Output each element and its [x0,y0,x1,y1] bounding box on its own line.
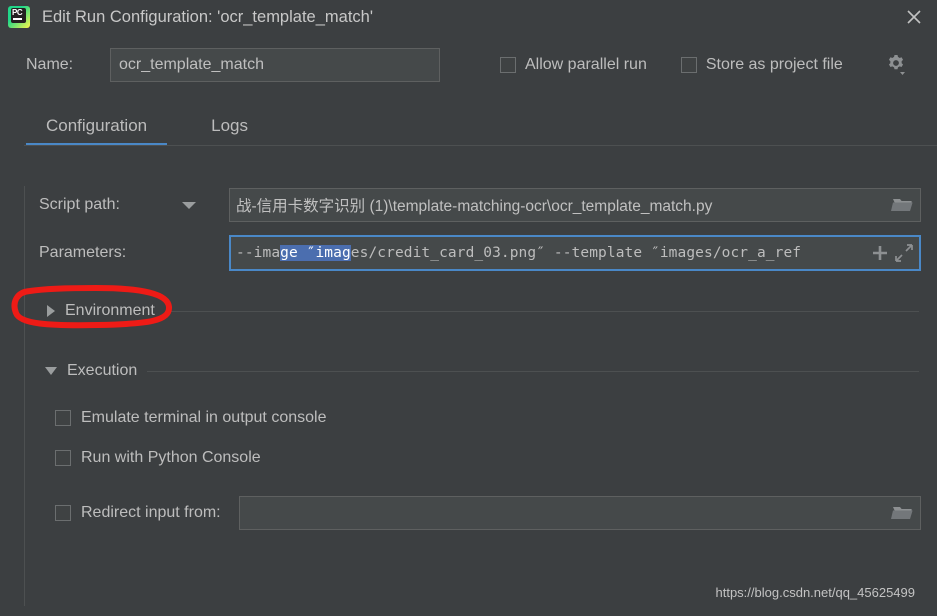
triangle-down-icon [45,367,57,375]
parameters-label: Parameters: [39,244,127,261]
chevron-down-icon[interactable] [181,201,196,209]
folder-icon[interactable] [890,194,916,216]
tab-logs[interactable]: Logs [191,116,268,146]
parameters-value-before: --ima [236,245,281,261]
redirect-input-label: Redirect input from: [81,504,221,521]
script-path-input[interactable]: 战-信用卡数字识别 (1)\template-matching-ocr\ocr_… [229,188,921,222]
checkbox-box [55,450,71,466]
close-button[interactable] [891,0,937,34]
store-as-project-file-label: Store as project file [705,56,843,73]
pycharm-logo-icon: PC [8,6,30,28]
expand-arrows-icon[interactable] [892,241,916,265]
watermark-text: https://blog.csdn.net/qq_45625499 [715,585,916,600]
parameters-value-after: es/credit_card_03.png″ --template ″image… [350,245,802,261]
redirect-input-row: Redirect input from: [25,492,937,534]
run-with-python-console-label: Run with Python Console [81,449,261,466]
section-execution-title: Execution [67,362,138,379]
script-path-label-wrap: Script path: [39,196,229,214]
parameters-row: Parameters: --image ″images/credit_card_… [25,234,937,272]
close-icon [907,10,921,24]
script-path-value: 战-信用卡数字识别 (1)\template-matching-ocr\ocr_… [236,198,713,215]
redirect-input-field[interactable] [238,496,921,530]
folder-icon[interactable] [890,502,916,524]
run-with-python-console-checkbox[interactable]: Run with Python Console [25,438,937,478]
window-title: Edit Run Configuration: 'ocr_template_ma… [42,7,373,26]
name-input[interactable] [110,48,440,82]
configuration-panel: Script path: 战-信用卡数字识别 (1)\template-matc… [0,186,937,616]
parameters-input[interactable]: --image ″images/credit_card_03.png″ --te… [229,235,921,271]
emulate-terminal-label: Emulate terminal in output console [81,409,327,426]
settings-gear-button[interactable] [885,53,907,77]
script-path-row: Script path: 战-信用卡数字识别 (1)\template-matc… [25,186,937,224]
title-bar: PC Edit Run Configuration: 'ocr_template… [0,0,937,34]
section-rule [147,370,919,372]
section-environment[interactable]: Environment [25,294,937,328]
checkbox-box [55,410,71,426]
name-row: Name: Allow parallel run Store as projec… [0,44,937,86]
checkbox-box [500,57,516,73]
script-path-label: Script path: [39,196,120,213]
parameters-value: --image ″images/credit_card_03.png″ --te… [236,245,868,261]
store-as-project-file-checkbox[interactable]: Store as project file [680,56,843,74]
allow-parallel-run-checkbox[interactable]: Allow parallel run [500,56,647,74]
parameters-value-selected: ge ″imag [280,245,351,261]
checkbox-box [680,57,697,73]
allow-parallel-run-label: Allow parallel run [525,56,647,73]
section-environment-title: Environment [65,302,155,319]
tab-bar: Configuration Logs [0,100,937,146]
panel-left-divider [24,186,25,606]
plus-icon[interactable] [868,241,892,265]
tab-configuration[interactable]: Configuration [26,116,168,146]
gear-icon [888,55,905,75]
redirect-input-checkbox[interactable] [55,505,71,521]
name-label: Name: [26,56,74,73]
emulate-terminal-checkbox[interactable]: Emulate terminal in output console [25,398,937,438]
tab-separator [24,145,937,146]
section-execution[interactable]: Execution [25,354,937,388]
triangle-right-icon [47,305,55,317]
top-checkbox-group: Allow parallel run Store as project file [500,53,907,77]
section-rule [164,310,919,312]
